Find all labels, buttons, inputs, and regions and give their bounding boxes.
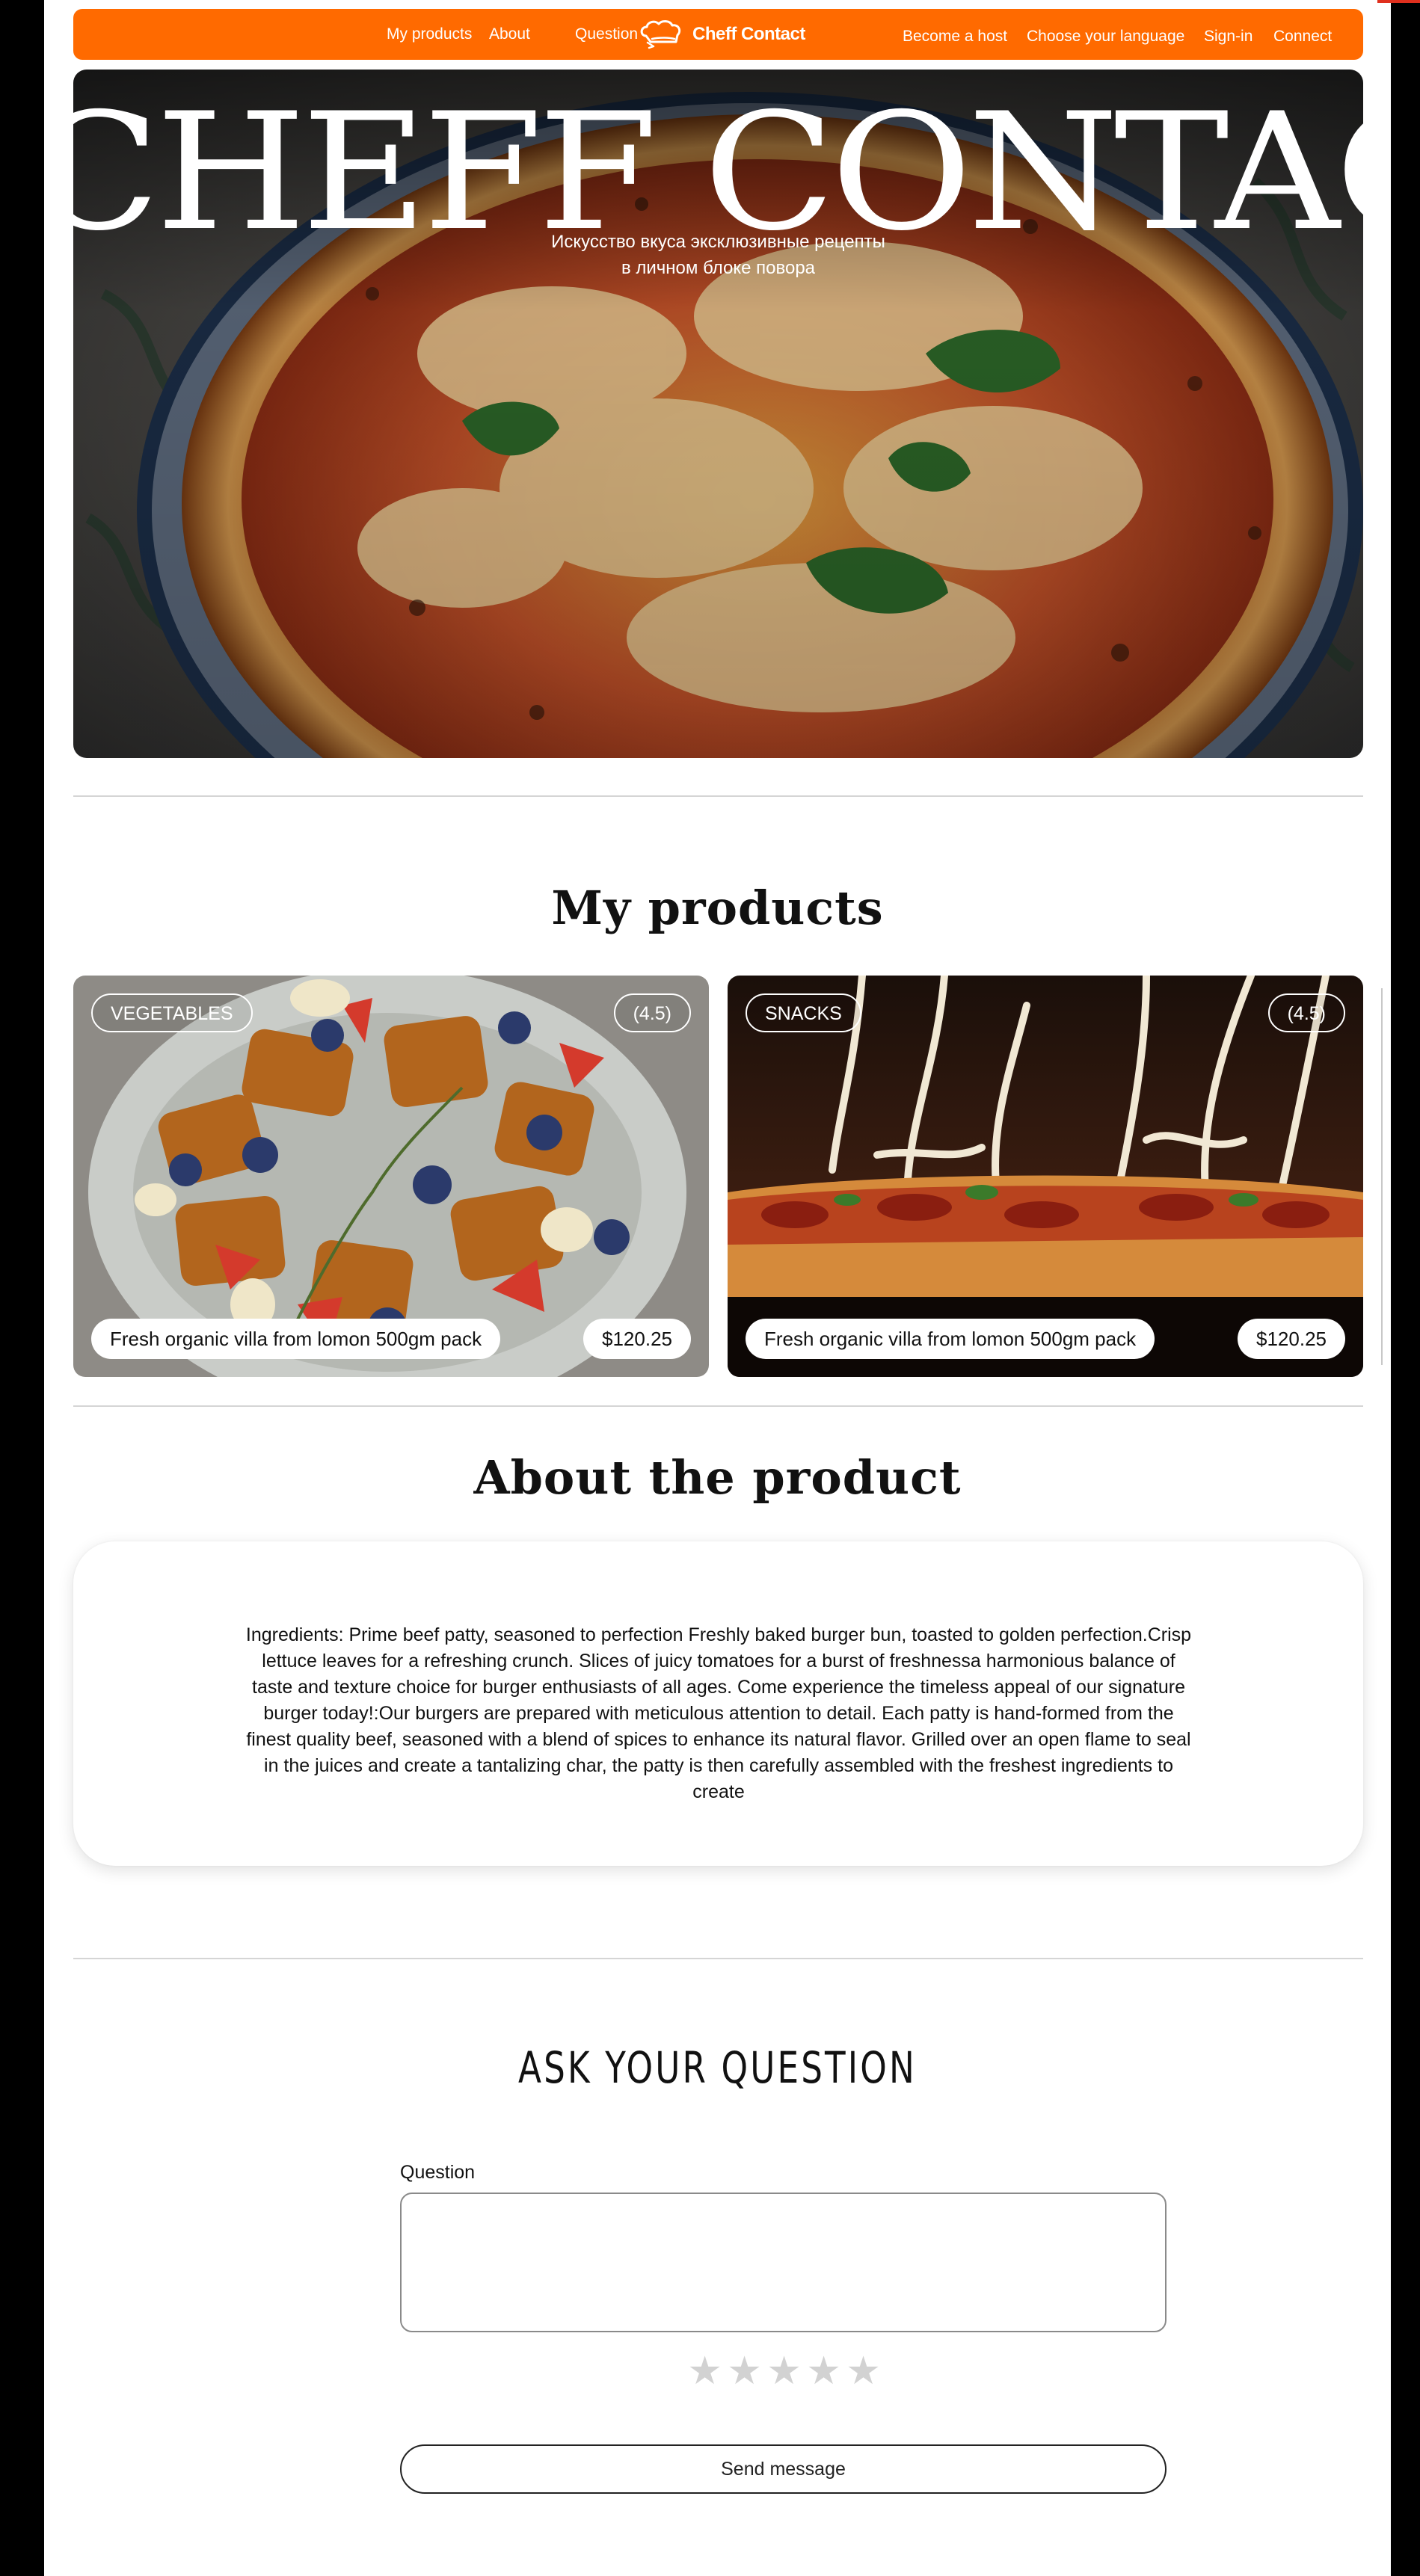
rating-stars: ★ ★ ★ ★ ★ [686,2349,882,2394]
about-card: Ingredients: Prime beef patty, seasoned … [73,1541,1363,1866]
product-category-badge: SNACKS [746,993,861,1032]
product-image-french-toast [73,976,709,1377]
product-price: $120.25 [1238,1319,1345,1359]
product-rating-badge: (4.5) [1267,993,1345,1032]
section-divider [73,1405,1363,1407]
nav-about-link[interactable]: About [489,9,530,60]
brand-logo[interactable]: Cheff Contact [639,18,805,51]
page-edge-right [1391,0,1420,2576]
product-price: $120.25 [583,1319,691,1359]
product-rating-badge: (4.5) [613,993,691,1032]
ask-question-title: ASK YOUR QUESTION [518,2042,917,2093]
star-icon[interactable]: ★ [845,2349,882,2394]
star-icon[interactable]: ★ [805,2349,842,2394]
brand-name: Cheff Contact [692,24,805,44]
nav-connect-link[interactable]: Connect [1273,11,1332,62]
question-label: Question [400,2162,476,2183]
star-icon[interactable]: ★ [686,2349,723,2394]
nav-my-products-link[interactable]: My products [387,9,472,60]
top-navbar: My products About Question Cheff Contact… [73,9,1363,60]
page: My products About Question Cheff Contact… [44,0,1391,2576]
hero-subtitle-line1: Искусство вкуса эксклюзивные рецепты [551,232,885,252]
product-card[interactable]: SNACKS (4.5) Fresh organic villa from lo… [728,976,1363,1377]
send-message-button[interactable]: Send message [400,2444,1167,2494]
products-section-title: My products [551,881,884,935]
product-image-pizza-cheese-pull [728,976,1363,1377]
nav-become-host-link[interactable]: Become a host [903,11,1007,62]
about-description: Ingredients: Prime beef patty, seasoned … [245,1624,1192,1802]
star-icon[interactable]: ★ [726,2349,763,2394]
chef-hat-icon [640,20,681,49]
question-input[interactable] [400,2193,1167,2332]
hero-banner: CHEFF CONTACT Искусство вкуса эксклюзивн… [73,70,1363,758]
corner-marker [1377,0,1420,3]
nav-sign-in-link[interactable]: Sign-in [1204,11,1253,62]
about-section-title: About the product [473,1450,962,1505]
nav-question-link[interactable]: Question [575,9,638,60]
hero-subtitle-line2: в личном блоке повора [621,258,816,278]
section-divider [73,795,1363,797]
carousel-next-card-edge [1381,988,1383,1365]
product-category-badge: VEGETABLES [91,993,253,1032]
product-card[interactable]: VEGETABLES (4.5) Fresh organic villa fro… [73,976,709,1377]
nav-language-link[interactable]: Choose your language [1027,11,1184,62]
product-name: Fresh organic villa from lomon 500gm pac… [91,1319,501,1359]
section-divider [73,1958,1363,1959]
product-name: Fresh organic villa from lomon 500gm pac… [746,1319,1155,1359]
star-icon[interactable]: ★ [766,2349,802,2394]
